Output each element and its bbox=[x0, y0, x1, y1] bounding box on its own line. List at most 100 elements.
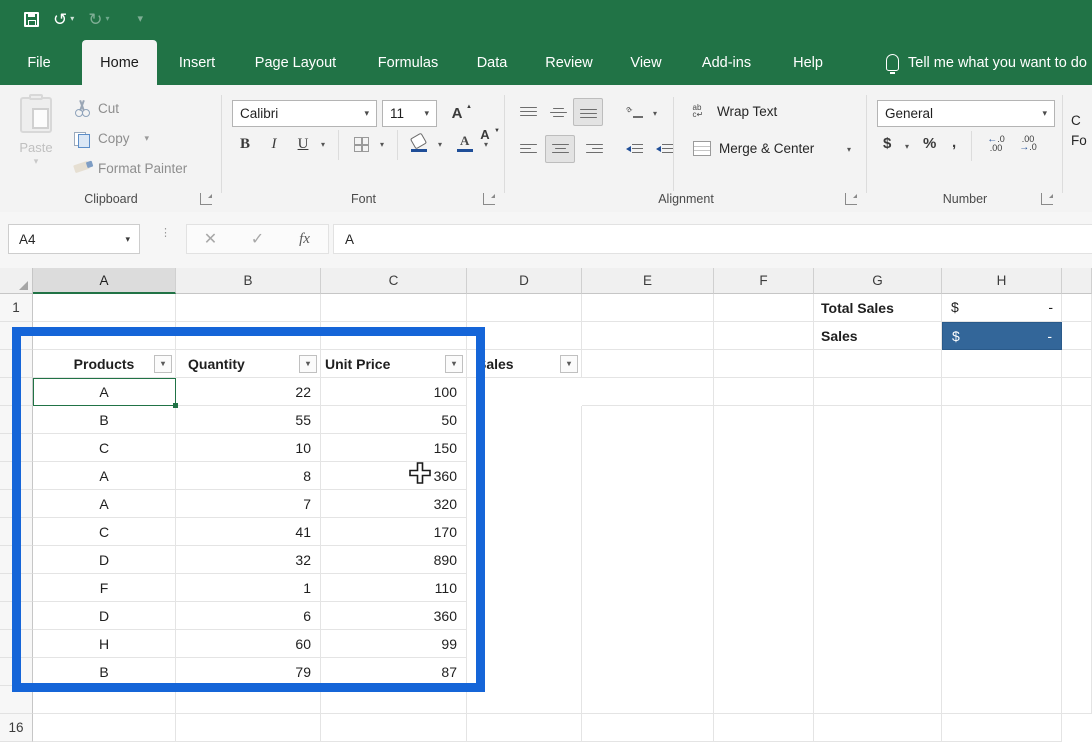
cell-g4[interactable] bbox=[814, 378, 942, 406]
row-header-7[interactable] bbox=[0, 462, 33, 490]
formula-input[interactable]: A bbox=[333, 224, 1092, 254]
row-header-4[interactable] bbox=[0, 378, 33, 406]
cell-a2[interactable] bbox=[33, 322, 176, 350]
cell-b16[interactable] bbox=[176, 714, 321, 742]
row-header-2[interactable] bbox=[0, 322, 33, 350]
enter-formula-icon[interactable]: ✓ bbox=[234, 229, 281, 249]
table-row[interactable]: 170 bbox=[321, 518, 467, 546]
align-right-button[interactable] bbox=[583, 139, 605, 159]
italic-button[interactable]: I bbox=[264, 133, 284, 155]
row-header-11[interactable] bbox=[0, 574, 33, 602]
font-dialog-launcher-icon[interactable] bbox=[483, 193, 495, 205]
increase-decimal-icon[interactable]: ←.0.00 bbox=[985, 135, 1007, 153]
number-format-combo[interactable]: General ▾ bbox=[877, 100, 1055, 127]
table-row[interactable]: 1 bbox=[176, 574, 321, 602]
row-header-8[interactable] bbox=[0, 490, 33, 518]
cell-a1[interactable] bbox=[33, 294, 176, 322]
orientation-caret-icon[interactable]: ▾ bbox=[649, 106, 661, 120]
cell-range-g[interactable] bbox=[814, 406, 942, 714]
column-header-e[interactable]: E bbox=[582, 268, 714, 294]
decrease-decimal-icon[interactable]: .00 →.0 bbox=[1017, 135, 1039, 153]
percent-format-button[interactable]: % bbox=[923, 135, 936, 152]
total-sales-value-cell[interactable]: $ - bbox=[942, 294, 1062, 322]
table-row[interactable]: D bbox=[33, 602, 176, 630]
table-row[interactable]: 100 bbox=[321, 378, 467, 406]
row-header-10[interactable] bbox=[0, 546, 33, 574]
table-row[interactable]: 60 bbox=[176, 630, 321, 658]
table-header-quantity[interactable]: Quantity ▾ bbox=[176, 350, 321, 378]
cell-b15[interactable] bbox=[176, 686, 321, 714]
underline-button[interactable]: U bbox=[293, 133, 313, 155]
table-row[interactable]: 55 bbox=[176, 406, 321, 434]
table-row[interactable]: 10 bbox=[176, 434, 321, 462]
align-middle-button[interactable] bbox=[547, 102, 569, 122]
table-row[interactable]: B bbox=[33, 406, 176, 434]
table-header-sales[interactable]: Sales ▾ bbox=[467, 350, 582, 378]
cell-c15[interactable] bbox=[321, 686, 467, 714]
cell-i2[interactable] bbox=[1062, 322, 1092, 350]
number-dialog-launcher-icon[interactable] bbox=[1041, 193, 1053, 205]
table-row[interactable]: F bbox=[33, 574, 176, 602]
increase-indent-button[interactable] bbox=[653, 139, 675, 159]
table-row[interactable]: 99 bbox=[321, 630, 467, 658]
chevron-down-icon[interactable]: ▾ bbox=[424, 108, 429, 119]
table-row[interactable]: A bbox=[33, 462, 176, 490]
row-header-6[interactable] bbox=[0, 434, 33, 462]
table-row[interactable]: C bbox=[33, 434, 176, 462]
row-header-16[interactable]: 16 bbox=[0, 714, 33, 742]
paste-caret-icon[interactable]: ▾ bbox=[8, 156, 64, 167]
cell-d1[interactable] bbox=[467, 294, 582, 322]
font-name-combo[interactable]: Calibri ▾ bbox=[232, 100, 377, 127]
table-row[interactable]: 22 bbox=[176, 378, 321, 406]
cell-e16[interactable] bbox=[582, 714, 714, 742]
filter-dropdown-products-icon[interactable]: ▾ bbox=[154, 354, 172, 373]
tab-insert[interactable]: Insert bbox=[167, 40, 227, 85]
cell-e3[interactable] bbox=[582, 350, 714, 378]
table-row[interactable]: 7 bbox=[176, 490, 321, 518]
cell-f1[interactable] bbox=[714, 294, 814, 322]
cell-range-i[interactable] bbox=[1062, 406, 1092, 714]
table-row[interactable]: 6 bbox=[176, 602, 321, 630]
align-bottom-button[interactable] bbox=[573, 98, 603, 126]
row-header-12[interactable] bbox=[0, 602, 33, 630]
cell-c1[interactable] bbox=[321, 294, 467, 322]
cell-f16[interactable] bbox=[714, 714, 814, 742]
cell-f4[interactable] bbox=[714, 378, 814, 406]
table-row[interactable]: 150 bbox=[321, 434, 467, 462]
select-all-corner[interactable] bbox=[0, 268, 33, 294]
increase-font-size-icon[interactable]: A bbox=[448, 103, 472, 123]
cell-e2[interactable] bbox=[582, 322, 714, 350]
font-size-combo[interactable]: 11 ▾ bbox=[382, 100, 437, 127]
cell-range-f[interactable] bbox=[714, 406, 814, 714]
table-row[interactable]: 32 bbox=[176, 546, 321, 574]
table-row[interactable]: C bbox=[33, 518, 176, 546]
chevron-down-icon[interactable]: ▾ bbox=[364, 108, 369, 119]
cell-f2[interactable] bbox=[714, 322, 814, 350]
column-header-h[interactable]: H bbox=[942, 268, 1062, 294]
cell-b1[interactable] bbox=[176, 294, 321, 322]
decrease-indent-button[interactable] bbox=[623, 139, 645, 159]
cell-range-d[interactable] bbox=[467, 406, 582, 714]
merge-center-caret-icon[interactable]: ▾ bbox=[843, 142, 855, 156]
currency-caret-icon[interactable]: ▾ bbox=[901, 139, 913, 153]
save-icon[interactable] bbox=[22, 8, 41, 30]
fill-color-caret-icon[interactable]: ▾ bbox=[434, 137, 446, 151]
cell-c2[interactable] bbox=[321, 322, 467, 350]
table-row[interactable]: 41 bbox=[176, 518, 321, 546]
tab-help[interactable]: Help bbox=[782, 40, 834, 85]
cell-c16[interactable] bbox=[321, 714, 467, 742]
copy-caret-icon[interactable]: ▾ bbox=[145, 133, 150, 144]
tab-add-ins[interactable]: Add-ins bbox=[688, 40, 765, 85]
row-header-13[interactable] bbox=[0, 630, 33, 658]
cell-a16[interactable] bbox=[33, 714, 176, 742]
underline-caret-icon[interactable]: ▾ bbox=[317, 137, 329, 151]
wrap-text-button[interactable]: ab c↵ bbox=[691, 100, 711, 122]
borders-button[interactable] bbox=[352, 135, 370, 153]
borders-caret-icon[interactable]: ▾ bbox=[376, 137, 388, 151]
cell-g16[interactable] bbox=[814, 714, 942, 742]
row-header-5[interactable] bbox=[0, 406, 33, 434]
row-header-14[interactable] bbox=[0, 658, 33, 686]
cell-range-h[interactable] bbox=[942, 406, 1062, 714]
tab-file[interactable]: File bbox=[14, 40, 64, 85]
cell-h16[interactable] bbox=[942, 714, 1062, 742]
